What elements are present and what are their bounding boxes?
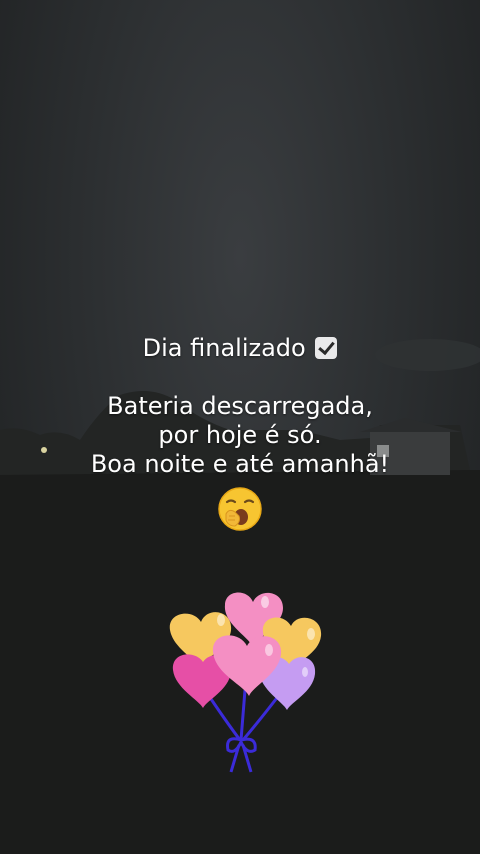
heart-balloons-icon bbox=[169, 592, 322, 773]
caption-line-3: por hoje é só. bbox=[158, 421, 322, 449]
caption-line-1-text: Dia finalizado bbox=[142, 334, 306, 362]
check-mark-button-icon bbox=[315, 337, 338, 359]
caption-line-2: Bateria descarregada, bbox=[107, 392, 373, 420]
caption-line-1: Dia finalizado bbox=[0, 334, 480, 363]
yawning-face-icon bbox=[218, 487, 262, 531]
caption: Dia finalizado Bateria descarregada, por… bbox=[0, 334, 480, 479]
caption-line-4: Boa noite e até amanhã! bbox=[90, 450, 390, 478]
